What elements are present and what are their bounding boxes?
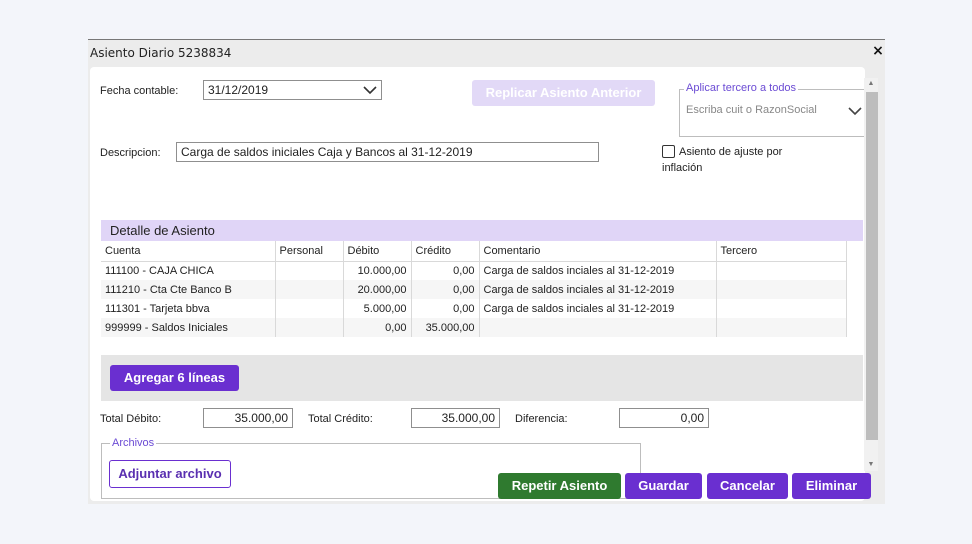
- cell-personal[interactable]: [275, 318, 344, 337]
- fecha-value: 31/12/2019: [208, 83, 269, 97]
- archivos-legend: Archivos: [110, 437, 157, 449]
- cell-credito[interactable]: 35.000,00: [411, 318, 480, 337]
- total-credito-field: 35.000,00: [411, 408, 500, 428]
- total-credito-label: Total Crédito:: [308, 413, 373, 425]
- cell-comentario[interactable]: [479, 318, 717, 337]
- table-row[interactable]: 111301 - Tarjeta bbva 5.000,00 0,00 Carg…: [101, 299, 847, 318]
- scroll-down-icon[interactable]: ▼: [864, 459, 878, 471]
- guardar-button[interactable]: Guardar: [625, 473, 702, 499]
- cell-comentario[interactable]: Carga de saldos inciales al 31-12-2019: [479, 261, 717, 280]
- total-debito-field: 35.000,00: [203, 408, 293, 428]
- detalle-table: Cuenta Personal Débito Crédito Comentari…: [101, 241, 847, 337]
- cell-debito[interactable]: 5.000,00: [343, 299, 412, 318]
- replicar-asiento-button[interactable]: Replicar Asiento Anterior: [472, 80, 655, 106]
- chevron-down-icon: [363, 86, 377, 95]
- diferencia-label: Diferencia:: [515, 413, 568, 425]
- cell-personal[interactable]: [275, 299, 344, 318]
- cancelar-button[interactable]: Cancelar: [707, 473, 788, 499]
- eliminar-button[interactable]: Eliminar: [792, 473, 871, 499]
- cell-credito[interactable]: 0,00: [411, 280, 480, 299]
- cell-comentario[interactable]: Carga de saldos inciales al 31-12-2019: [479, 299, 717, 318]
- cell-debito[interactable]: 10.000,00: [343, 261, 412, 280]
- tercero-select[interactable]: Escriba cuit o RazonSocial: [684, 101, 864, 121]
- cell-personal[interactable]: [275, 280, 344, 299]
- cell-tercero[interactable]: [716, 318, 847, 337]
- tercero-placeholder: Escriba cuit o RazonSocial: [686, 104, 817, 116]
- scrollbar-thumb[interactable]: [866, 92, 878, 440]
- col-credito: Crédito: [411, 241, 480, 262]
- table-header-row: Cuenta Personal Débito Crédito Comentari…: [101, 241, 847, 262]
- total-debito-label: Total Débito:: [100, 413, 162, 425]
- descripcion-input[interactable]: Carga de saldos iniciales Caja y Bancos …: [176, 142, 599, 162]
- dialog-body: Fecha contable: 31/12/2019 Replicar Asie…: [90, 67, 871, 501]
- col-tercero: Tercero: [716, 241, 847, 262]
- asiento-dialog: Asiento Diario 5238834 × Fecha contable:…: [88, 39, 885, 504]
- cell-credito[interactable]: 0,00: [411, 261, 480, 280]
- col-debito: Débito: [343, 241, 412, 262]
- detalle-section-header: Detalle de Asiento: [101, 220, 863, 241]
- col-personal: Personal: [275, 241, 344, 262]
- fecha-label: Fecha contable:: [100, 85, 179, 97]
- cell-tercero[interactable]: [716, 299, 847, 318]
- cell-cuenta[interactable]: 111210 - Cta Cte Banco B: [101, 280, 276, 299]
- ajuste-label-line1: Asiento de ajuste por: [679, 146, 783, 158]
- scroll-up-icon[interactable]: ▲: [864, 78, 878, 90]
- cell-cuenta[interactable]: 999999 - Saldos Iniciales: [101, 318, 276, 337]
- cell-debito[interactable]: 0,00: [343, 318, 412, 337]
- col-cuenta: Cuenta: [101, 241, 276, 262]
- table-row[interactable]: 111100 - CAJA CHICA 10.000,00 0,00 Carga…: [101, 261, 847, 280]
- repetir-asiento-button[interactable]: Repetir Asiento: [498, 473, 621, 499]
- col-comentario: Comentario: [479, 241, 717, 262]
- close-icon[interactable]: ×: [871, 43, 885, 59]
- vertical-scrollbar[interactable]: ▲ ▼: [864, 78, 878, 471]
- cell-credito[interactable]: 0,00: [411, 299, 480, 318]
- tercero-legend: Aplicar tercero a todos: [684, 82, 799, 94]
- diferencia-field: 0,00: [619, 408, 709, 428]
- adjuntar-archivo-button[interactable]: Adjuntar archivo: [109, 460, 231, 488]
- agregar-lineas-button[interactable]: Agregar 6 líneas: [110, 365, 239, 391]
- cell-cuenta[interactable]: 111100 - CAJA CHICA: [101, 261, 276, 280]
- ajuste-label-line2: inflación: [662, 162, 703, 174]
- cell-debito[interactable]: 20.000,00: [343, 280, 412, 299]
- fecha-select[interactable]: 31/12/2019: [203, 80, 382, 100]
- cell-comentario[interactable]: Carga de saldos inciales al 31-12-2019: [479, 280, 717, 299]
- descripcion-label: Descripcion:: [100, 147, 161, 159]
- table-row[interactable]: 111210 - Cta Cte Banco B 20.000,00 0,00 …: [101, 280, 847, 299]
- dialog-titlebar: Asiento Diario 5238834 ×: [88, 40, 885, 66]
- ajuste-inflacion-checkbox[interactable]: [662, 145, 675, 158]
- dialog-title: Asiento Diario 5238834: [90, 46, 232, 60]
- cell-cuenta[interactable]: 111301 - Tarjeta bbva: [101, 299, 276, 318]
- cell-tercero[interactable]: [716, 261, 847, 280]
- cell-tercero[interactable]: [716, 280, 847, 299]
- chevron-down-icon: [848, 107, 862, 116]
- table-row[interactable]: 999999 - Saldos Iniciales 0,00 35.000,00: [101, 318, 847, 337]
- cell-personal[interactable]: [275, 261, 344, 280]
